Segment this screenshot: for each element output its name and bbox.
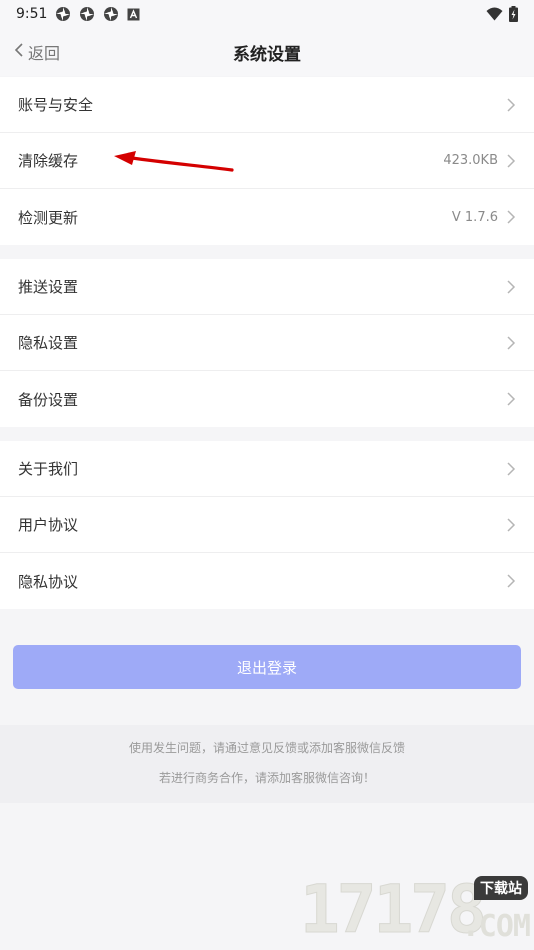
font-notification-icon (127, 8, 140, 21)
settings-item-label: 用户协议 (18, 516, 79, 534)
version-value: V 1.7.6 (451, 209, 498, 225)
logout-section: 退出登录 (0, 623, 534, 689)
settings-item-right (506, 573, 516, 589)
settings-item-right: 423.0KB (443, 153, 516, 169)
status-time: 9:51 (16, 6, 48, 22)
footer-feedback-text: 使用发生问题，请通过意见反馈或添加客服微信反馈 (128, 741, 405, 755)
chevron-right-icon (506, 153, 516, 169)
settings-item-push-settings[interactable]: 推送设置 (0, 259, 534, 315)
settings-item-right (506, 461, 516, 477)
settings-item-account-security[interactable]: 账号与安全 (0, 77, 534, 133)
settings-item-privacy-settings[interactable]: 隐私设置 (0, 315, 534, 371)
settings-item-right (506, 97, 516, 113)
settings-group-account: 账号与安全 清除缓存 423.0KB 检测更新 V 1.7.6 (0, 77, 534, 245)
settings-item-right (506, 335, 516, 351)
settings-item-check-update[interactable]: 检测更新 V 1.7.6 (0, 189, 534, 245)
chevron-right-icon (506, 573, 516, 589)
settings-item-about-us[interactable]: 关于我们 (0, 441, 534, 497)
app-notification-icon (103, 6, 119, 22)
settings-group-about: 关于我们 用户协议 隐私协议 (0, 441, 534, 609)
settings-item-backup-settings[interactable]: 备份设置 (0, 371, 534, 427)
status-right (486, 6, 518, 22)
page-title: 系统设置 (233, 44, 301, 65)
watermark-domain: .COM (461, 909, 531, 944)
cache-size-value: 423.0KB (443, 153, 498, 168)
chevron-right-icon (506, 391, 516, 407)
settings-item-privacy-agreement[interactable]: 隐私协议 (0, 553, 534, 609)
settings-item-label: 账号与安全 (18, 96, 94, 114)
settings-item-right (506, 517, 516, 533)
settings-item-label: 备份设置 (18, 390, 79, 409)
back-button[interactable]: 返回 (14, 28, 60, 76)
status-bar: 9:51 (0, 0, 534, 28)
nav-bar: 返回 系统设置 (0, 28, 534, 76)
back-label: 返回 (28, 44, 61, 63)
wifi-icon (486, 7, 503, 21)
app-notification-icon (79, 6, 95, 22)
settings-item-label: 检测更新 (18, 208, 79, 227)
app-notification-icon (55, 6, 71, 22)
logout-button[interactable]: 退出登录 (13, 645, 521, 689)
settings-item-label: 隐私设置 (18, 334, 79, 352)
settings-item-right: V 1.7.6 (452, 209, 516, 225)
chevron-right-icon (506, 279, 516, 295)
settings-item-label: 清除缓存 (18, 152, 79, 170)
settings-item-label: 关于我们 (18, 460, 79, 478)
status-left: 9:51 (16, 6, 140, 22)
chevron-right-icon (506, 335, 516, 351)
settings-item-right (506, 391, 516, 407)
watermark-badge: 下载站 (474, 876, 528, 900)
settings-item-right (506, 279, 516, 295)
site-watermark-logo: 17178 下载站 .COM (300, 868, 532, 949)
footer-notice: 使用发生问题，请通过意见反馈或添加客服微信反馈 若进行商务合作，请添加客服微信咨… (0, 725, 534, 803)
watermark-digits: 17178 (300, 871, 488, 949)
chevron-right-icon (506, 461, 516, 477)
chevron-left-icon (14, 42, 24, 62)
chevron-right-icon (506, 97, 516, 113)
battery-charging-icon (509, 6, 518, 22)
settings-item-user-agreement[interactable]: 用户协议 (0, 497, 534, 553)
footer-business-text: 若进行商务合作，请添加客服微信咨询！ (158, 771, 375, 785)
chevron-right-icon (506, 209, 516, 225)
settings-item-label: 推送设置 (18, 278, 79, 296)
settings-item-label: 隐私协议 (18, 572, 79, 591)
chevron-right-icon (506, 517, 516, 533)
settings-group-preferences: 推送设置 隐私设置 备份设置 (0, 259, 534, 427)
settings-item-clear-cache[interactable]: 清除缓存 423.0KB (0, 133, 534, 189)
